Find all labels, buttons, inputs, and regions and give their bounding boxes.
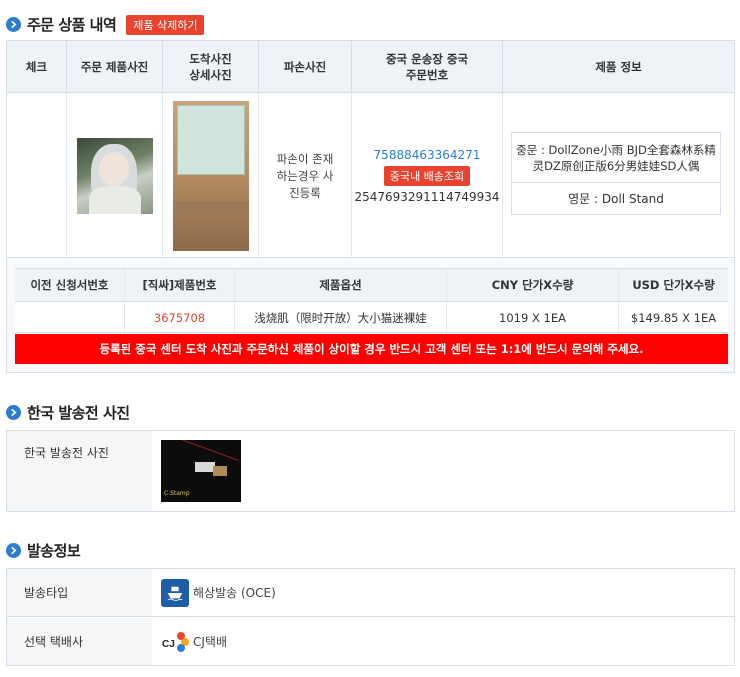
option-table-row: 3675708 浅烧肌（限时开放）大小猫迷裸娃 1019 X 1EA $149.… — [15, 303, 728, 333]
header-tracking: 중국 운송장 중국 주문번호 — [352, 41, 503, 93]
korea-photo-section-header: 한국 발송전 사진 — [6, 402, 130, 423]
product-option: 浅烧肌（限时开放）大小猫迷裸娃 — [235, 303, 447, 332]
order-section-header: 주문 상품 내역 제품 삭제하기 — [6, 14, 205, 35]
arrival-photo-cell — [163, 94, 259, 258]
option-table-header: 이전 신청서번호 [직싸]제품번호 제품옵션 CNY 단가X수량 USD 단가X… — [15, 268, 728, 302]
cj-logo-icon: CJ — [161, 630, 189, 654]
order-section-title: 주문 상품 내역 — [27, 16, 117, 34]
header-cny-price: CNY 단가X수량 — [447, 269, 619, 301]
courier-text: CJ택배 — [193, 635, 227, 649]
courier-value: CJ CJ택배 — [152, 618, 734, 665]
cny-price: 1019 X 1EA — [447, 303, 619, 332]
korea-photo-section-title: 한국 발송전 사진 — [27, 404, 130, 422]
delete-product-button[interactable]: 제품 삭제하기 — [126, 14, 205, 35]
header-arrival-photo: 도착사진 상세사진 — [163, 41, 259, 93]
product-photo[interactable] — [76, 138, 153, 214]
korea-photo-thumbnail[interactable]: C.Stamp — [161, 440, 241, 502]
shipping-panel: 발송타입 해상발송 (OCE) 선택 택배사 CJ CJ택배 — [6, 568, 735, 666]
header-check: 체크 — [7, 41, 67, 93]
shipping-section-title: 발송정보 — [27, 542, 81, 560]
header-prev-application: 이전 신청서번호 — [15, 269, 125, 301]
chevron-right-icon — [6, 543, 21, 558]
korea-photo-label: 한국 발송전 사진 — [7, 431, 152, 511]
header-product-photo: 주문 제품사진 — [67, 41, 163, 93]
header-product-number: [직싸]제품번호 — [125, 269, 235, 301]
china-order-number: 2547693291114749934 — [354, 190, 500, 204]
order-row: 파손이 존재하는경우 사진등록 75888463364271 중국내 배송조회 … — [7, 94, 734, 258]
warning-banner: 등록된 중국 센터 도착 사진과 주문하신 제품이 상이할 경우 반드시 고객 … — [15, 334, 728, 364]
header-product-info: 제품 정보 — [595, 60, 642, 74]
damage-photo-text: 파손이 존재하는경우 사진등록 — [276, 151, 334, 200]
arrival-photo[interactable] — [172, 101, 249, 251]
shipping-type-label: 발송타입 — [7, 569, 152, 616]
product-info-box: 중문 : DollZone小雨 BJD全套森林系精灵DZ原创正版6分男娃娃SD人… — [511, 132, 721, 215]
product-number[interactable]: 3675708 — [125, 303, 235, 332]
korea-photo-panel: 한국 발송전 사진 C.Stamp — [6, 430, 735, 512]
svg-text:CJ: CJ — [162, 639, 175, 650]
product-photo-cell — [67, 94, 163, 258]
usd-price: $149.85 X 1EA — [630, 310, 717, 325]
product-name-cn: 중문 : DollZone小雨 BJD全套森林系精灵DZ原创正版6分男娃娃SD人… — [512, 133, 720, 183]
header-option: 제품옵션 — [235, 269, 447, 301]
tracking-number-link[interactable]: 75888463364271 — [374, 148, 481, 162]
courier-label: 선택 택배사 — [7, 618, 152, 665]
tracking-cell: 75888463364271 중국내 배송조회 2547693291114749… — [352, 94, 503, 258]
product-name-en: 영문 : Doll Stand — [568, 192, 664, 206]
check-cell[interactable] — [7, 94, 67, 258]
chevron-right-icon — [6, 17, 21, 32]
product-info-cell: 중문 : DollZone小雨 BJD全套森林系精灵DZ原创正版6分男娃娃SD人… — [503, 94, 734, 258]
ship-icon — [161, 578, 189, 607]
prev-application-number — [15, 303, 125, 332]
china-tracking-button[interactable]: 중국내 배송조회 — [383, 166, 471, 186]
order-table-header: 체크 주문 제품사진 도착사진 상세사진 파손사진 중국 운송장 중국 주문번호… — [7, 41, 734, 93]
korea-photo-value: C.Stamp — [152, 431, 734, 511]
shipping-type-text: 해상발송 (OCE) — [193, 586, 276, 600]
shipping-type-value: 해상발송 (OCE) — [152, 569, 734, 616]
header-damage-photo: 파손사진 — [259, 41, 352, 93]
chevron-right-icon — [6, 405, 21, 420]
order-products-panel: 체크 주문 제품사진 도착사진 상세사진 파손사진 중국 운송장 중국 주문번호… — [6, 40, 735, 373]
damage-photo-cell: 파손이 존재하는경우 사진등록 — [259, 94, 352, 258]
header-usd-price: USD 단가X수량 — [632, 278, 715, 292]
shipping-section-header: 발송정보 — [6, 540, 81, 561]
